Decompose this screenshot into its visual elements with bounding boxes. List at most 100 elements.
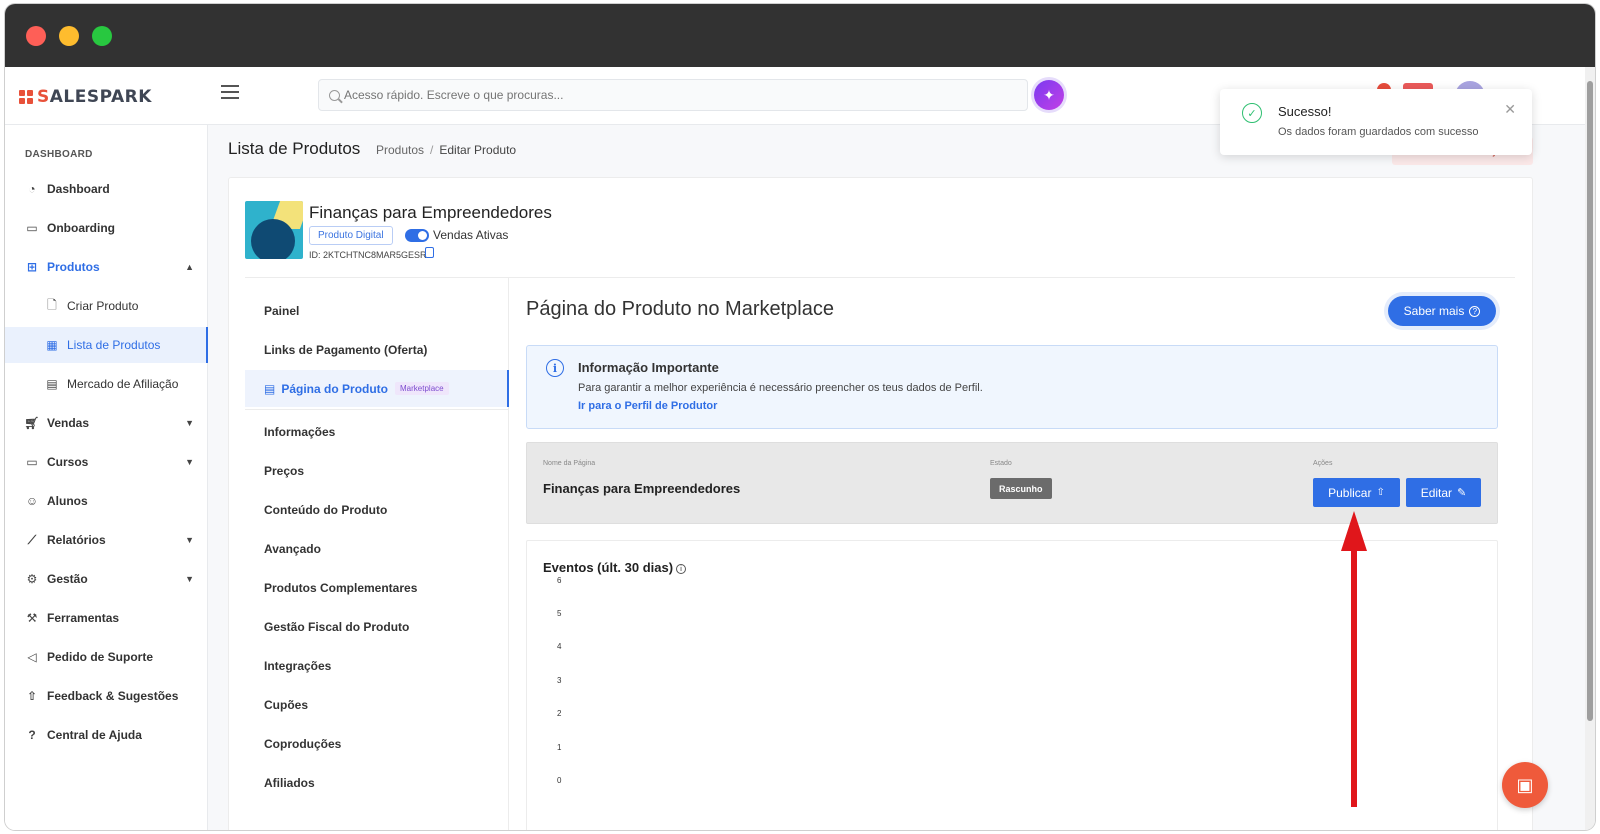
help-icon: ? <box>1469 305 1481 317</box>
y-tick: 2 <box>557 709 562 718</box>
cart-icon: 🛒︎ <box>24 416 40 430</box>
tab-avancado[interactable]: Avançado <box>245 530 509 567</box>
chevron-down-icon: ▼ <box>185 535 194 545</box>
scrollbar[interactable] <box>1585 67 1595 830</box>
tab-painel[interactable]: Painel <box>245 292 509 329</box>
tab-label: Links de Pagamento (Oferta) <box>264 342 428 357</box>
edit-button[interactable]: Editar ✎ <box>1406 478 1481 507</box>
sidebar-item-cursos[interactable]: ▭ Cursos ▼ <box>5 444 208 480</box>
search-input[interactable] <box>344 88 944 102</box>
sidebar-item-relatorios[interactable]: ⟋ Relatórios ▼ <box>5 522 208 558</box>
sidebar-item-mercado-de-afiliacao[interactable]: ▤ Mercado de Afiliação <box>5 366 208 402</box>
main-content: Lista de Produtos Produtos / Editar Produt… <box>208 125 1585 830</box>
divider <box>245 409 509 410</box>
info-icon[interactable]: i <box>676 563 687 574</box>
tab-afiliados[interactable]: Afiliados <box>245 764 509 801</box>
publish-button[interactable]: Publicar ⇧ <box>1313 478 1400 507</box>
product-id: ID: 2KTCHTNC8MAR5GESR <box>309 250 427 260</box>
tab-cupoes[interactable]: Cupões <box>245 686 509 723</box>
scrollbar-thumb[interactable] <box>1587 81 1593 721</box>
tab-produtos-complementares[interactable]: Produtos Complementares <box>245 569 509 606</box>
sidebar-item-pedido-de-suporte[interactable]: ◁ Pedido de Suporte <box>5 639 208 675</box>
y-tick: 3 <box>557 676 562 685</box>
tab-label: Conteúdo do Produto <box>264 502 388 517</box>
tab-links-de-pagamento[interactable]: Links de Pagamento (Oferta) <box>245 331 509 368</box>
sidebar-item-gestao[interactable]: ⚙ Gestão ▼ <box>5 561 208 597</box>
tab-label: Coproduções <box>264 736 342 751</box>
store-icon: ▤ <box>264 381 276 396</box>
tab-conteudo-do-produto[interactable]: Conteúdo do Produto <box>245 491 509 528</box>
sidebar-heading: DASHBOARD <box>25 149 93 160</box>
tab-informacoes[interactable]: Informações <box>245 413 509 450</box>
wrench-icon: ⚒ <box>26 611 38 625</box>
tab-precos[interactable]: Preços <box>245 452 509 489</box>
rocket-icon: ⇧ <box>26 689 38 703</box>
button-label: Publicar <box>1328 485 1372 500</box>
minimize-window-button[interactable] <box>59 26 79 46</box>
chevron-down-icon: ▼ <box>185 457 194 467</box>
gauge-icon: ◔ <box>28 182 36 196</box>
sidebar-item-onboarding[interactable]: ▭ Onboarding <box>5 210 208 246</box>
annotation-arrow-icon <box>1341 511 1367 807</box>
saber-mais-button[interactable]: Saber mais ? <box>1388 296 1496 326</box>
chat-button[interactable]: ▣ <box>1502 762 1548 808</box>
sidebar-item-lista-de-produtos[interactable]: ▦ Lista de Produtos <box>5 327 208 363</box>
sidebar-item-label: Onboarding <box>47 221 115 235</box>
button-label: Saber mais <box>1403 304 1465 318</box>
users-icon: ☺ <box>25 494 39 508</box>
product-thumbnail <box>245 201 303 259</box>
sidebar-item-central-de-ajuda[interactable]: ? Central de Ajuda <box>5 717 208 753</box>
product-name: Finanças para Empreendedores <box>309 203 552 222</box>
megaphone-icon: ◁ <box>27 650 37 664</box>
sidebar-item-ferramentas[interactable]: ⚒ Ferramentas <box>5 600 208 636</box>
marketplace-badge: Marketplace <box>395 382 449 395</box>
tab-label: Gestão Fiscal do Produto <box>264 619 410 634</box>
tab-gestao-fiscal[interactable]: Gestão Fiscal do Produto <box>245 608 509 645</box>
maximize-window-button[interactable] <box>92 26 112 46</box>
ai-assistant-button[interactable]: ✦ <box>1034 80 1064 110</box>
events-title-text: Eventos (últ. 30 dias) <box>543 560 674 575</box>
sidebar-item-alunos[interactable]: ☺ Alunos <box>5 483 208 519</box>
quick-search[interactable] <box>318 79 1028 111</box>
column-header-status: Estado <box>990 460 1012 467</box>
menu-toggle-icon[interactable] <box>221 85 239 101</box>
sidebar-item-label: Central de Ajuda <box>47 728 142 742</box>
sidebar-item-vendas[interactable]: 🛒︎ Vendas ▼ <box>5 405 208 441</box>
info-text: Para garantir a melhor experiência é nec… <box>578 382 983 394</box>
button-label: Editar <box>1420 485 1453 500</box>
video-icon: ▭ <box>26 221 38 235</box>
producer-profile-link[interactable]: Ir para o Perfil de Produtor <box>578 400 717 412</box>
copy-icon[interactable] <box>425 247 434 258</box>
info-title: Informação Importante <box>578 360 719 375</box>
store-icon: ▤ <box>46 377 58 391</box>
sidebar-item-produtos[interactable]: ⊞ Produtos ▲ <box>5 249 208 285</box>
column-header-actions: Ações <box>1313 460 1333 467</box>
breadcrumb-produtos[interactable]: Produtos <box>376 143 424 157</box>
sidebar-item-label: Cursos <box>47 455 89 469</box>
close-window-button[interactable] <box>26 26 46 46</box>
logo-mark-icon <box>19 90 33 104</box>
page-name-cell: Finanças para Empreendedores <box>543 481 741 496</box>
sales-active-toggle[interactable] <box>405 229 429 242</box>
sidebar-item-feedback[interactable]: ⇧ Feedback & Sugestões <box>5 678 208 714</box>
tab-coproducoes[interactable]: Coproduções <box>245 725 509 762</box>
y-tick: 5 <box>557 609 562 618</box>
info-icon: i <box>546 359 564 377</box>
help-icon: ? <box>28 728 36 742</box>
y-tick: 1 <box>557 743 562 752</box>
sidebar-item-label: Dashboard <box>47 182 110 196</box>
section-title: Página do Produto no Marketplace <box>526 298 834 320</box>
salespark-logo[interactable]: SALESPARK <box>19 87 152 107</box>
file-plus-icon: 🗋 <box>47 297 57 312</box>
events-title: Eventos (últ. 30 dias) i <box>543 560 687 575</box>
tab-integracoes[interactable]: Integrações <box>245 647 509 684</box>
sidebar-item-criar-produto[interactable]: 🗋 Criar Produto <box>5 288 208 324</box>
info-alert: i Informação Importante Para garantir a … <box>526 345 1498 429</box>
tab-pagina-do-produto[interactable]: ▤ Página do Produto Marketplace <box>245 370 509 407</box>
close-icon[interactable]: ✕ <box>1504 101 1516 118</box>
check-circle-icon: ✓ <box>1242 103 1262 123</box>
sidebar-item-label: Vendas <box>47 416 90 430</box>
sidebar-item-dashboard[interactable]: ◔ Dashboard <box>5 171 208 207</box>
logo-text-prefix: S <box>37 87 50 107</box>
sidebar-item-label: Lista de Produtos <box>67 338 161 352</box>
